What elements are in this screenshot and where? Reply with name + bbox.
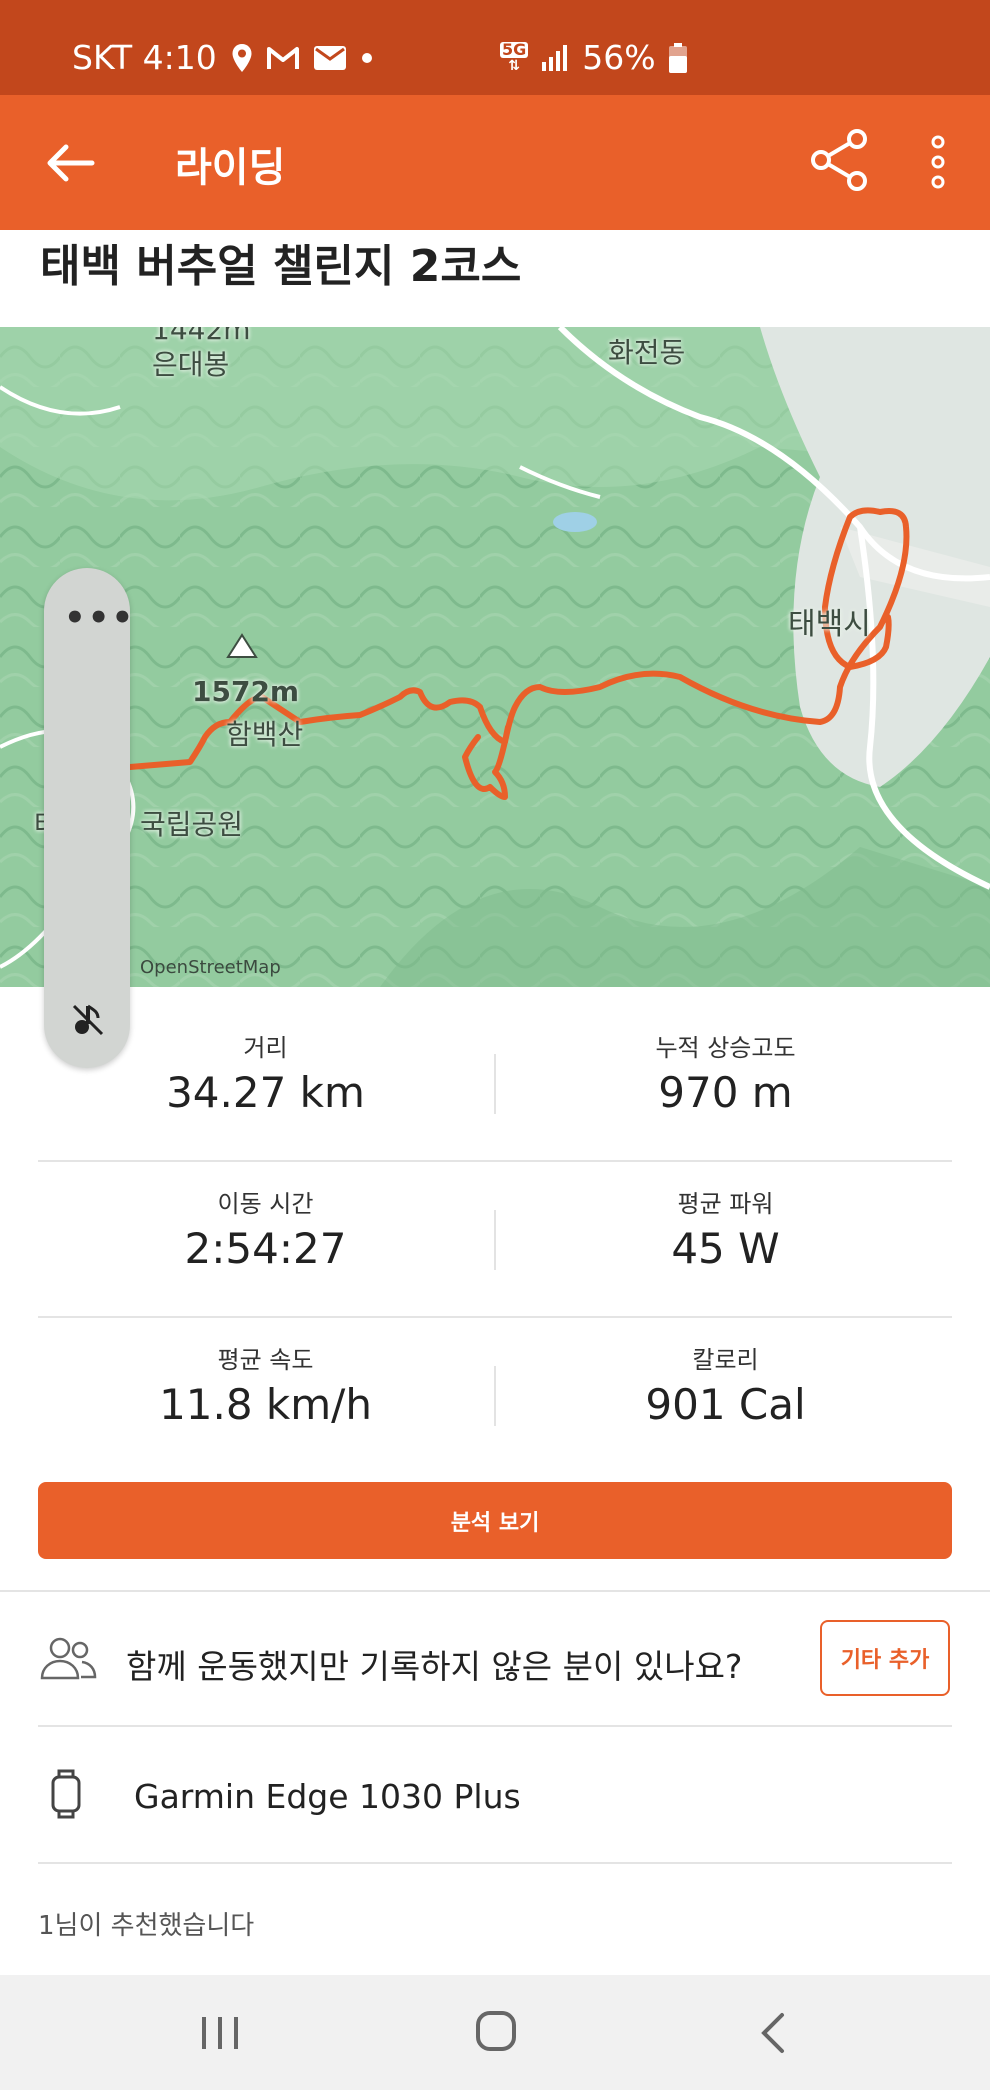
kudos-text[interactable]: 1님이 추천했습니다 [38,1905,254,1942]
location-icon [231,43,253,73]
share-icon[interactable] [805,125,875,195]
status-bar: SKT 4:10 5G ⇅ 56% [0,0,990,95]
app-bar-title: 라이딩 [175,145,286,191]
divider [494,1366,496,1426]
stat-value-distance: 34.27 km [166,1068,365,1117]
map-attribution[interactable]: OpenStreetMap [140,957,281,978]
notification-dot-icon [361,52,373,64]
divider [38,1862,952,1864]
system-nav-bar [0,1975,990,2090]
stat-label-distance: 거리 [243,1034,288,1062]
activity-title: 태백 버추얼 챌린지 2코스 [40,241,522,292]
stat-value-avg-power: 45 W [671,1224,780,1273]
divider [38,1160,952,1162]
battery-icon [668,42,688,74]
back-nav-icon[interactable] [758,2011,788,2055]
add-other-button[interactable]: 기타 추가 [820,1620,950,1696]
divider [494,1210,496,1270]
gmail-icon [266,45,299,71]
map-label-park: 국립공원 [140,808,244,841]
map-label-mountain: 함백산 [226,718,304,751]
signal-icon [540,44,570,72]
app-bar: 라이딩 [0,95,990,230]
stat-value-avg-speed: 11.8 km/h [159,1380,372,1429]
map-label-peak: 1572m [192,675,300,708]
stat-label-calories: 칼로리 [692,1346,759,1374]
map-label-city: 태백시 [788,607,871,642]
mail-icon [313,45,347,71]
carrier-time: SKT 4:10 [72,38,217,77]
divider [38,1725,952,1727]
home-icon[interactable] [474,2009,518,2053]
stat-value-calories: 901 Cal [645,1380,806,1429]
divider [38,1316,952,1318]
view-analysis-button[interactable]: 분석 보기 [38,1482,952,1559]
battery-percent: 56% [582,38,656,77]
network-5g-icon: 5G ⇅ [500,39,529,74]
stat-value-moving-time: 2:54:27 [184,1224,347,1273]
map-label-district: 화전동 [608,336,686,369]
floating-side-panel[interactable]: ••• [44,568,133,1068]
divider [494,1054,496,1114]
group-prompt-text: 함께 운동했지만 기록하지 않은 분이 있나요? [126,1647,743,1686]
map-label-mountain-top: 은대봉 [152,348,230,381]
stat-label-elevation: 누적 상승고도 [655,1034,796,1062]
stat-value-elevation: 970 m [658,1068,793,1117]
divider [0,1590,990,1592]
map-terrain [0,327,990,987]
device-name: Garmin Edge 1030 Plus [134,1777,521,1816]
group-icon [38,1636,98,1680]
watch-icon [50,1768,82,1820]
stat-label-avg-speed: 평균 속도 [217,1346,314,1374]
recent-apps-icon[interactable] [198,2013,242,2053]
stat-label-avg-power: 평균 파워 [677,1190,774,1218]
back-arrow-icon[interactable] [40,133,100,193]
stat-label-moving-time: 이동 시간 [217,1190,314,1218]
route-map[interactable]: 1442m 은대봉 화전동 태백시 1572m 함백산 태 국립공원 OpenS… [0,327,990,987]
more-vertical-icon[interactable] [918,127,958,197]
more-horizontal-icon[interactable]: ••• [64,598,135,638]
